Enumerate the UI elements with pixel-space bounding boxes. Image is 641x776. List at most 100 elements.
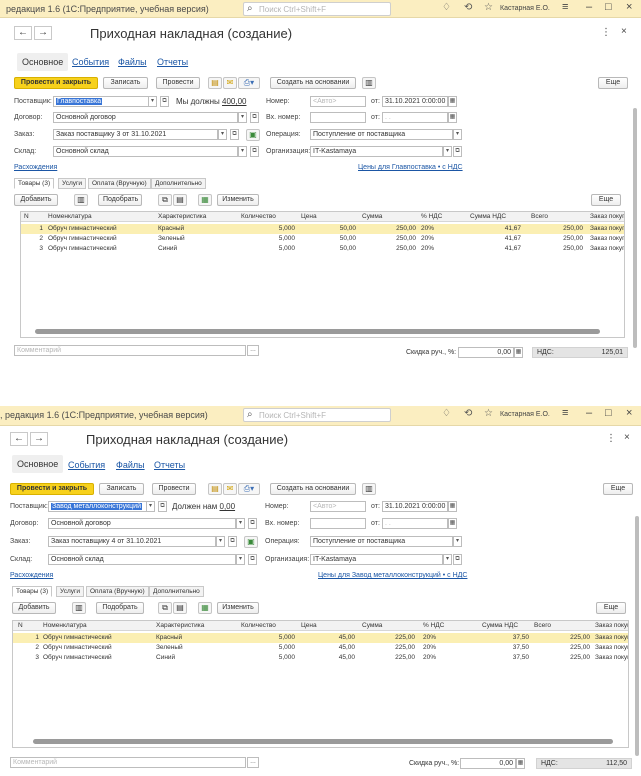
tab-files[interactable]: Файлы: [116, 460, 145, 470]
post-and-close-button[interactable]: Провести и закрыть: [14, 77, 98, 89]
order-field[interactable]: Заказ поставщику 4 от 31.10.2021: [48, 536, 216, 547]
supplier-open-icon[interactable]: ⧉: [158, 501, 167, 512]
more-button[interactable]: Еще: [603, 483, 633, 495]
subtab-payment[interactable]: Оплата (Вручную): [86, 586, 149, 597]
col-price[interactable]: Цена: [301, 212, 351, 222]
operation-dropdown-icon[interactable]: ▾: [453, 129, 462, 140]
order-dropdown-icon[interactable]: ▾: [218, 129, 227, 140]
col-item[interactable]: Номенклатура: [43, 621, 148, 631]
horizontal-scrollbar[interactable]: [35, 329, 600, 334]
operation-dropdown-icon[interactable]: ▾: [453, 536, 462, 547]
current-user[interactable]: Кастарная Е.О.: [500, 411, 550, 418]
contract-field[interactable]: Основной договор: [48, 518, 236, 529]
comment-field[interactable]: Комментарий: [14, 345, 246, 356]
col-order[interactable]: Заказ покуп: [595, 621, 628, 631]
kebab-icon[interactable]: ⋮: [606, 433, 616, 444]
col-price[interactable]: Цена: [301, 621, 351, 631]
table-row[interactable]: 1 Обруч гимнастический Красный 5,000 45,…: [13, 633, 628, 643]
more-button[interactable]: Еще: [598, 77, 628, 89]
close-icon[interactable]: ×: [626, 407, 632, 419]
warehouse-open-icon[interactable]: ⧉: [248, 554, 257, 565]
col-n[interactable]: N: [18, 621, 38, 631]
in-calendar-icon[interactable]: ▦: [448, 112, 457, 123]
history-icon[interactable]: ⟲: [464, 408, 472, 419]
kebab-icon[interactable]: ⋮: [601, 27, 611, 38]
col-sum[interactable]: Сумма: [362, 621, 412, 631]
org-dropdown-icon[interactable]: ▾: [443, 554, 452, 565]
maximize-icon[interactable]: □: [605, 407, 612, 419]
col-char[interactable]: Характеристика: [158, 212, 238, 222]
warehouse-field[interactable]: Основной склад: [48, 554, 236, 565]
goods-table[interactable]: N Номенклатура Характеристика Количество…: [20, 211, 625, 338]
org-field[interactable]: IT-Kastamaya: [310, 146, 443, 157]
grid-icon[interactable]: ▦: [198, 602, 212, 614]
table-row[interactable]: 1 Обруч гимнастический Красный 5,000 50,…: [21, 224, 624, 234]
col-order[interactable]: Заказ покуп: [590, 212, 624, 222]
col-sum[interactable]: Сумма: [362, 212, 412, 222]
history-icon[interactable]: ⟲: [464, 2, 472, 13]
minimize-icon[interactable]: –: [586, 407, 592, 419]
close-icon[interactable]: ×: [626, 1, 632, 13]
horizontal-scrollbar[interactable]: [33, 739, 613, 744]
operation-field[interactable]: Поступление от поставщика: [310, 129, 453, 140]
discount-field[interactable]: 0,00: [460, 758, 516, 769]
col-item[interactable]: Номенклатура: [48, 212, 153, 222]
comment-field[interactable]: Комментарий: [10, 757, 246, 768]
paste-icon[interactable]: ▤: [173, 194, 187, 206]
doc-icon[interactable]: ▤: [208, 77, 222, 89]
in-calendar-icon[interactable]: ▦: [448, 518, 457, 529]
col-vat-sum[interactable]: Сумма НДС: [470, 212, 525, 222]
supplier-field[interactable]: Завод металлоконструкций: [48, 501, 148, 512]
calc-icon[interactable]: ▦: [516, 758, 525, 769]
debt-info[interactable]: Должен нам 0,00: [172, 502, 235, 511]
warehouse-field[interactable]: Основной склад: [53, 146, 238, 157]
subtab-services[interactable]: Услуги: [58, 178, 86, 189]
supplier-dropdown-icon[interactable]: ▾: [146, 501, 155, 512]
discount-field[interactable]: 0,00: [458, 347, 514, 358]
discrepancies-link[interactable]: Расхождения: [14, 164, 57, 171]
tab-events[interactable]: События: [72, 57, 109, 67]
warehouse-dropdown-icon[interactable]: ▾: [238, 146, 247, 157]
order-fill-icon[interactable]: ▣: [246, 129, 260, 141]
add-row-button[interactable]: Добавить: [12, 602, 56, 614]
barcode-icon[interactable]: ▥: [72, 602, 86, 614]
order-open-icon[interactable]: ⧉: [230, 129, 239, 140]
org-field[interactable]: IT-Kastamaya: [310, 554, 443, 565]
forward-button[interactable]: →: [30, 432, 48, 446]
add-row-button[interactable]: Добавить: [14, 194, 58, 206]
prices-link[interactable]: Цены для Главпоставка • с НДС: [358, 164, 463, 171]
change-button[interactable]: Изменить: [217, 194, 259, 206]
create-based-button[interactable]: Создать на основании: [270, 483, 356, 495]
copy-icon[interactable]: ⧉: [158, 602, 172, 614]
create-based-button[interactable]: Создать на основании: [270, 77, 356, 89]
calendar-icon[interactable]: ▦: [448, 501, 457, 512]
subtab-services[interactable]: Услуги: [56, 586, 84, 597]
col-char[interactable]: Характеристика: [156, 621, 236, 631]
report-icon[interactable]: ▥: [362, 77, 376, 89]
paste-icon[interactable]: ▤: [173, 602, 187, 614]
print-icon[interactable]: ⎙▾: [238, 77, 260, 89]
warehouse-open-icon[interactable]: ⧉: [250, 146, 259, 157]
in-number-field[interactable]: [310, 518, 366, 529]
table-more-button[interactable]: Еще: [591, 194, 621, 206]
post-and-close-button[interactable]: Провести и закрыть: [10, 483, 94, 495]
report-icon[interactable]: ▥: [362, 483, 376, 495]
subtab-payment[interactable]: Оплата (Вручную): [88, 178, 151, 189]
in-date-field[interactable]: . .: [382, 112, 448, 123]
contract-open-icon[interactable]: ⧉: [248, 518, 257, 529]
subtab-additional[interactable]: Дополнительно: [149, 586, 204, 597]
warehouse-dropdown-icon[interactable]: ▾: [236, 554, 245, 565]
mail-icon[interactable]: ✉: [223, 483, 237, 495]
print-icon[interactable]: ⎙▾: [238, 483, 260, 495]
discrepancies-link[interactable]: Расхождения: [10, 572, 53, 579]
comment-expand-button[interactable]: …: [247, 345, 259, 356]
table-more-button[interactable]: Еще: [596, 602, 626, 614]
goods-table[interactable]: N Номенклатура Характеристика Количество…: [12, 620, 629, 748]
subtab-additional[interactable]: Дополнительно: [151, 178, 206, 189]
tab-files[interactable]: Файлы: [118, 57, 147, 67]
calendar-icon[interactable]: ▦: [448, 96, 457, 107]
back-button[interactable]: ←: [14, 26, 32, 40]
date-field[interactable]: 31.10.2021 0:00:00: [382, 96, 448, 107]
col-total[interactable]: Всего: [534, 621, 584, 631]
subtab-goods[interactable]: Товары (3): [12, 586, 53, 597]
